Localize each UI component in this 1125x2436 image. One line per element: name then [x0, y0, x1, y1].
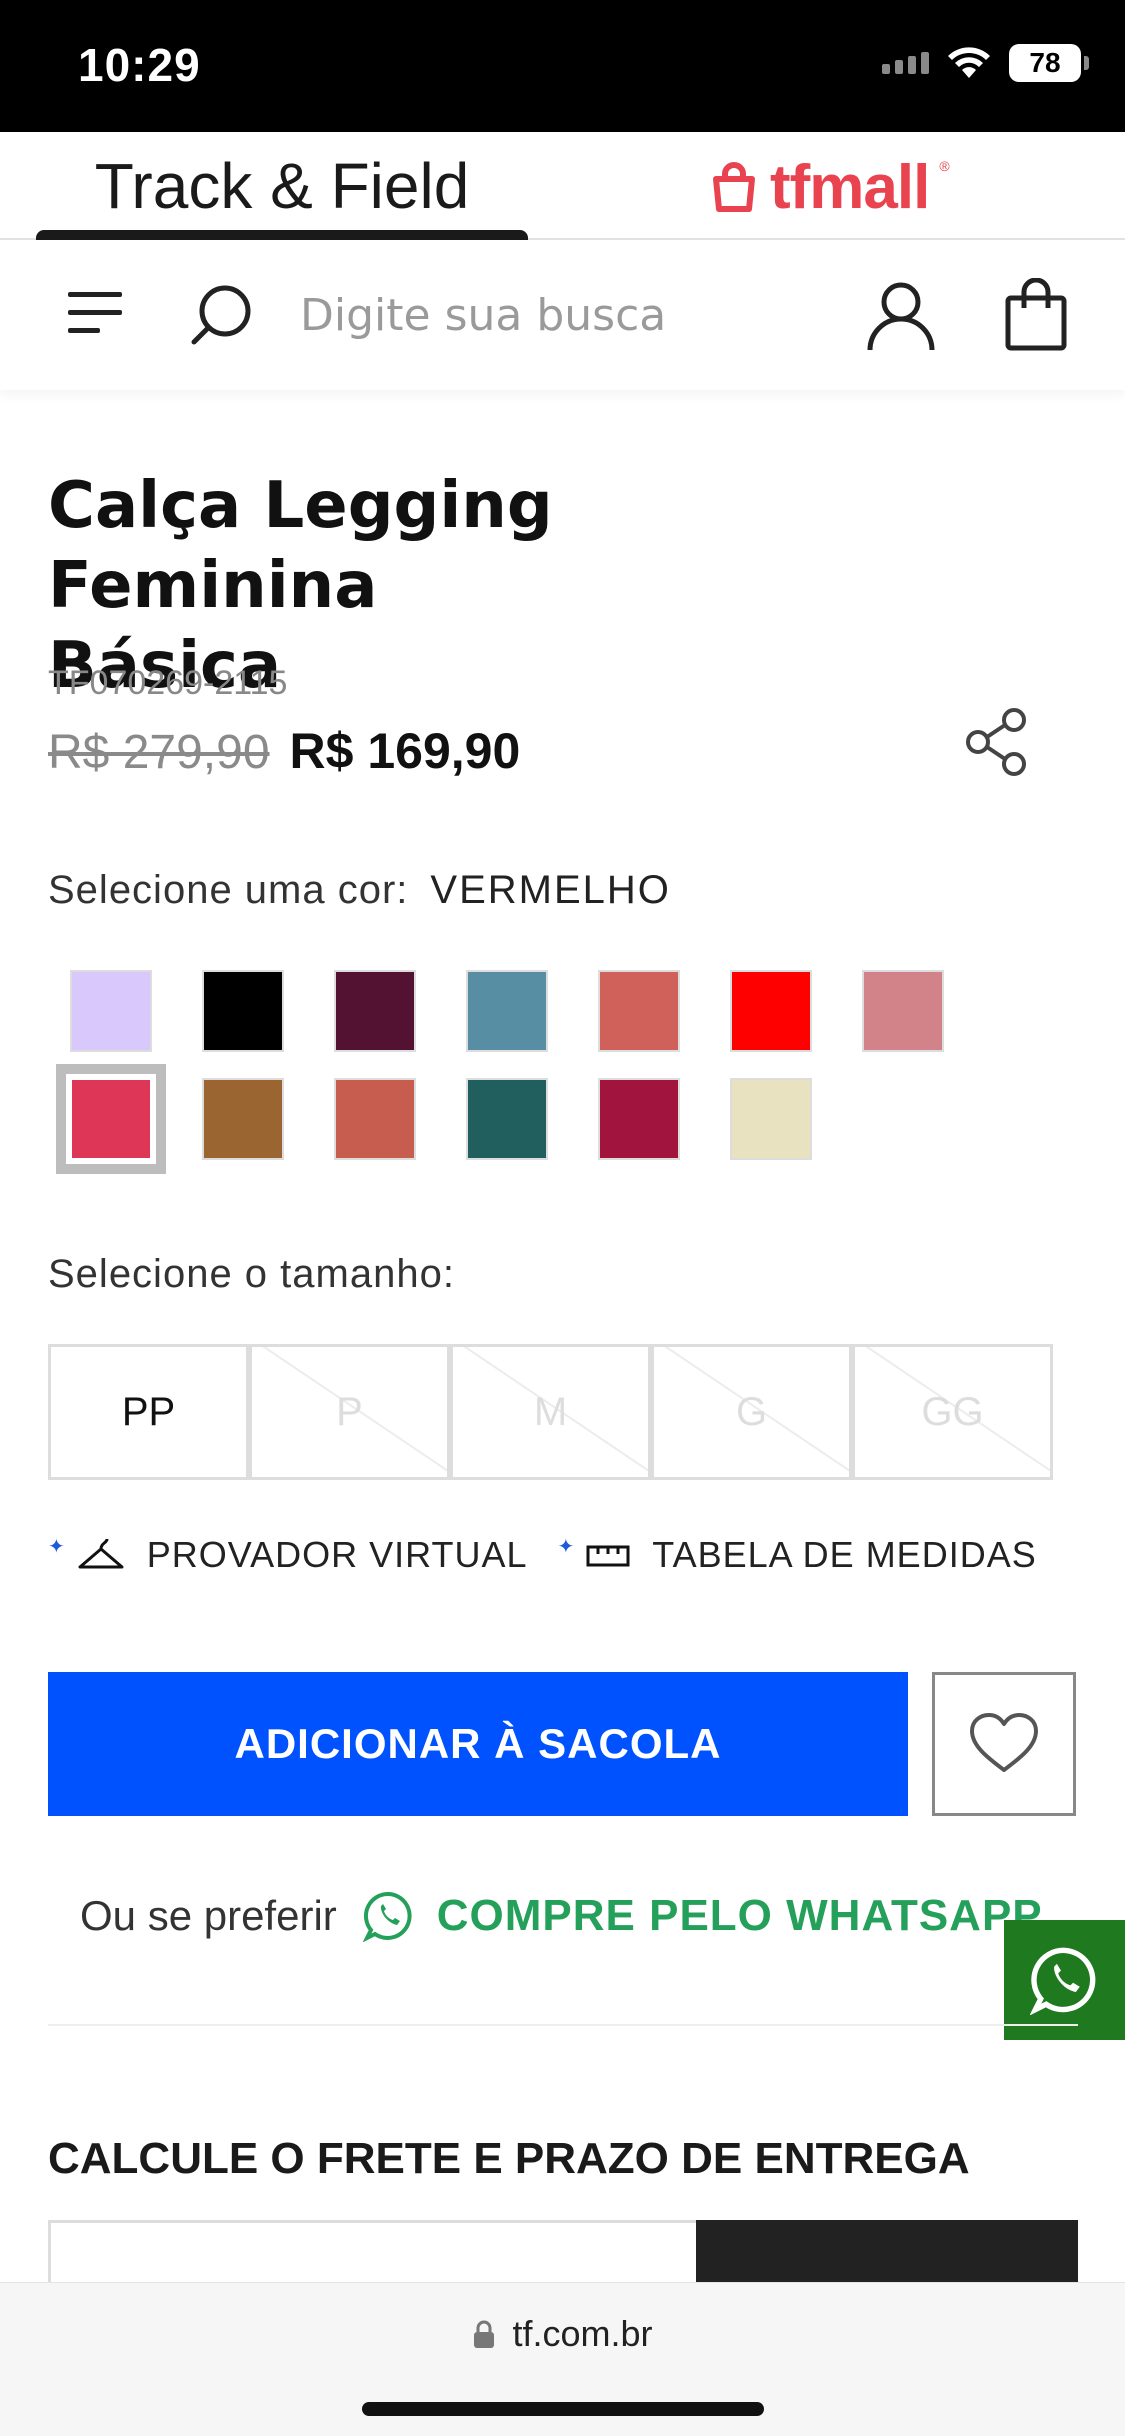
size-option-label: G [735, 1389, 768, 1434]
size-chart-label: TABELA DE MEDIDAS [652, 1534, 1037, 1575]
url-text: tf.com.br [512, 2313, 653, 2354]
color-swatch[interactable] [466, 1078, 548, 1160]
color-swatch[interactable] [598, 1078, 680, 1160]
size-option-pp[interactable]: PP [48, 1344, 249, 1480]
size-option-p[interactable]: P [249, 1344, 450, 1480]
product-tools: ✦ PROVADOR VIRTUAL ✦ TABELA DE MEDIDAS [48, 1534, 1037, 1576]
status-icons: 78 [882, 44, 1089, 82]
url-display[interactable]: tf.com.br [0, 2313, 1125, 2355]
tfmall-logo: tfmall [770, 152, 930, 222]
price-row: R$ 279,90 R$ 169,90 [48, 722, 520, 780]
color-swatch[interactable] [730, 1078, 812, 1160]
section-divider [48, 2024, 1078, 2026]
size-selector-label: Selecione o tamanho: [48, 1252, 455, 1296]
whatsapp-prefix-text: Ou se preferir [80, 1892, 337, 1939]
status-time: 10:29 [78, 39, 201, 91]
shopping-bag-icon [713, 162, 755, 212]
whatsapp-purchase-row: Ou se preferir COMPRE PELO WHATSAPP [80, 1890, 1060, 1942]
search-input[interactable] [300, 280, 820, 350]
color-selector-header: Selecione uma cor: VERMELHO [48, 868, 671, 913]
size-option-g[interactable]: G [651, 1344, 852, 1480]
size-option-label: M [533, 1389, 568, 1434]
color-swatch[interactable] [70, 970, 152, 1052]
color-selector-label: Selecione uma cor: [48, 868, 409, 912]
whatsapp-icon [1029, 1947, 1095, 2015]
browser-address-bar: tf.com.br [0, 2282, 1125, 2436]
status-bar: 10:29 78 [0, 0, 1125, 132]
size-option-m[interactable]: M [450, 1344, 651, 1480]
track-and-field-logo: Track & Field [94, 150, 470, 222]
tab-tfmall[interactable]: tfmall ® [708, 152, 950, 222]
size-options: PP P M G GG [48, 1344, 1053, 1480]
search-icon[interactable] [188, 282, 254, 348]
size-option-label: GG [921, 1389, 984, 1434]
menu-icon[interactable] [66, 282, 126, 342]
registered-mark: ® [939, 158, 950, 174]
color-swatch[interactable] [202, 970, 284, 1052]
size-option-label: P [336, 1389, 363, 1434]
color-swatch[interactable] [56, 1064, 166, 1174]
share-icon[interactable] [964, 706, 1032, 776]
home-indicator [362, 2402, 764, 2416]
site-header [0, 240, 1125, 390]
virtual-fitting-label: PROVADOR VIRTUAL [146, 1534, 528, 1575]
size-option-gg[interactable]: GG [852, 1344, 1053, 1480]
shopping-bag-icon[interactable] [1004, 278, 1068, 352]
buy-via-whatsapp-link[interactable]: COMPRE PELO WHATSAPP [437, 1891, 1043, 1941]
user-account-icon[interactable] [866, 280, 936, 352]
lock-icon [474, 2320, 495, 2348]
color-swatch[interactable] [334, 1078, 416, 1160]
ruler-icon [586, 1545, 630, 1567]
whatsapp-icon [362, 1891, 412, 1942]
color-swatch[interactable] [730, 970, 812, 1052]
brand-tabs: Track & Field tfmall ® [0, 132, 1125, 242]
color-swatch[interactable] [862, 970, 944, 1052]
whatsapp-floating-button[interactable] [1004, 1920, 1125, 2040]
color-swatch[interactable] [598, 970, 680, 1052]
battery-icon: 78 [1009, 44, 1089, 82]
add-to-bag-button[interactable]: ADICIONAR À SACOLA [48, 1672, 908, 1816]
color-swatch[interactable] [466, 970, 548, 1052]
size-option-label: PP [121, 1389, 176, 1434]
sparkle-icon: ✦ [557, 1536, 575, 1558]
tab-track-and-field[interactable]: Track & Field [36, 132, 528, 242]
virtual-fitting-link[interactable]: ✦ PROVADOR VIRTUAL [48, 1534, 528, 1576]
color-swatch[interactable] [202, 1078, 284, 1160]
current-price: R$ 169,90 [289, 723, 521, 779]
heart-icon [970, 1713, 1038, 1772]
wishlist-button[interactable] [932, 1672, 1076, 1816]
hanger-icon [78, 1538, 124, 1569]
selected-color-name: VERMELHO [430, 868, 671, 912]
product-title-line-1: Calça Legging Feminina [48, 469, 553, 623]
size-chart-link[interactable]: ✦ TABELA DE MEDIDAS [558, 1534, 1037, 1576]
product-sku: TF070269-2115 [48, 664, 288, 702]
sparkle-icon: ✦ [48, 1536, 65, 1558]
old-price: R$ 279,90 [48, 726, 270, 779]
shipping-calculator-title: CALCULE O FRETE E PRAZO DE ENTREGA [48, 2134, 970, 2183]
color-swatch[interactable] [334, 970, 416, 1052]
wifi-icon [948, 47, 990, 78]
cellular-signal-icon [882, 52, 929, 74]
